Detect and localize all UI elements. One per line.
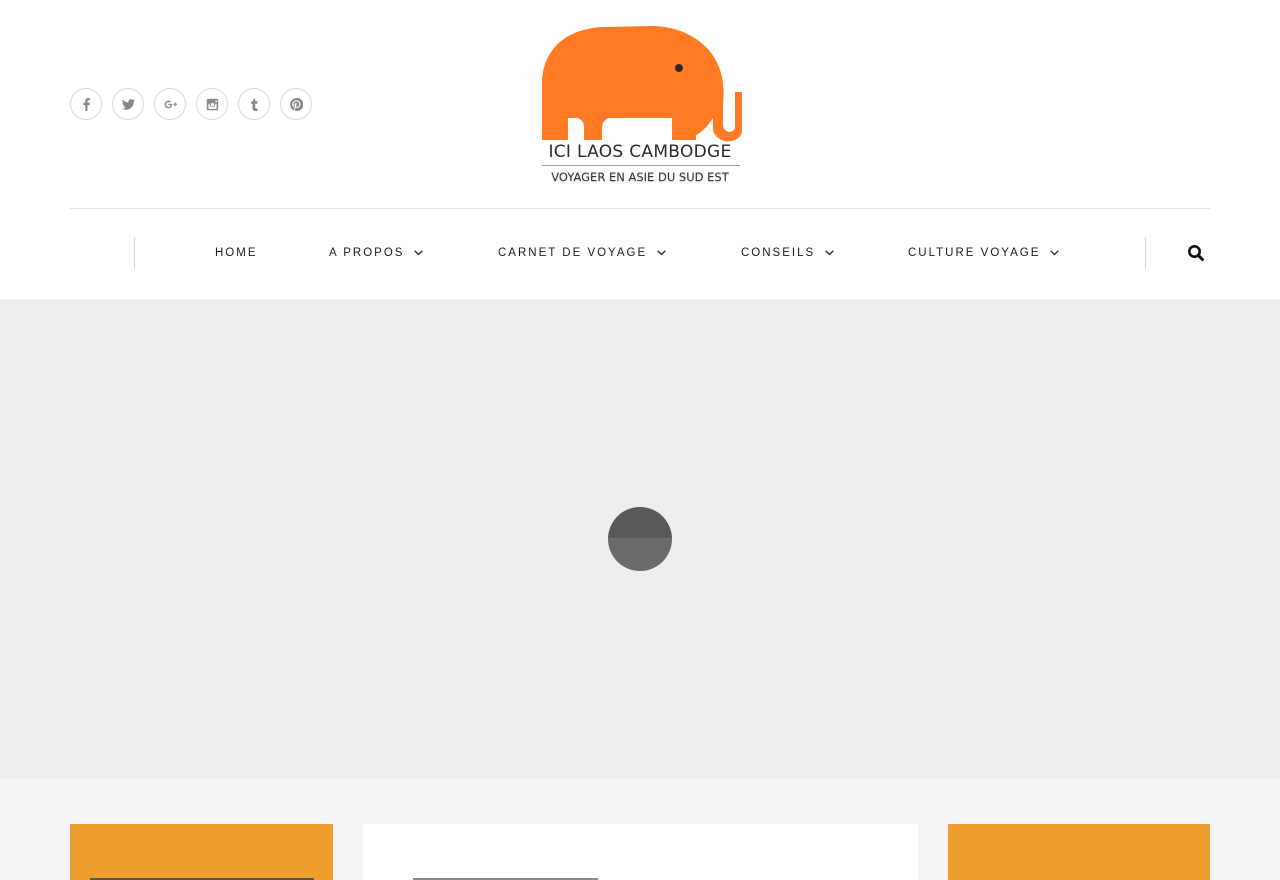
nav-item-label: CONSEILS xyxy=(741,247,816,259)
search-icon xyxy=(1188,245,1204,261)
loading-spinner-icon xyxy=(608,507,672,571)
search-button[interactable] xyxy=(1186,243,1206,263)
nav-item-culture-voyage[interactable]: CULTURE VOYAGE xyxy=(908,247,1060,259)
elephant-icon xyxy=(542,26,742,142)
google-plus-icon[interactable] xyxy=(154,88,186,120)
logo-subtitle: VOYAGER EN ASIE DU SUD EST xyxy=(551,170,729,184)
instagram-icon[interactable] xyxy=(196,88,228,120)
chevron-down-icon xyxy=(1050,250,1060,256)
social-links xyxy=(70,88,312,120)
twitter-icon[interactable] xyxy=(112,88,144,120)
chevron-down-icon xyxy=(414,250,424,256)
featured-card-left[interactable] xyxy=(70,824,333,880)
nav-item-conseils[interactable]: CONSEILS xyxy=(741,247,834,259)
logo-divider xyxy=(542,165,740,166)
main-nav: HOME A PROPOS CARNET DE VOYAGE CONSEILS … xyxy=(0,209,1280,299)
logo-title: ICI LAOS CAMBODGE xyxy=(548,142,732,162)
nav-item-carnet-de-voyage[interactable]: CARNET DE VOYAGE xyxy=(498,247,666,259)
nav-item-a-propos[interactable]: A PROPOS xyxy=(329,247,424,259)
nav-separator-right xyxy=(1145,237,1146,269)
nav-item-label: HOME xyxy=(215,247,258,259)
nav-item-label: CULTURE VOYAGE xyxy=(908,247,1041,259)
site-logo[interactable]: ICI LAOS CAMBODGE VOYAGER EN ASIE DU SUD… xyxy=(534,22,746,190)
hero-slider xyxy=(0,299,1280,779)
chevron-down-icon xyxy=(657,250,666,256)
tumblr-icon[interactable] xyxy=(238,88,270,120)
nav-item-label: A PROPOS xyxy=(329,247,405,259)
featured-card-center[interactable] xyxy=(363,824,918,880)
content-area xyxy=(0,779,1280,880)
pinterest-icon[interactable] xyxy=(280,88,312,120)
facebook-icon[interactable] xyxy=(70,88,102,120)
nav-item-label: CARNET DE VOYAGE xyxy=(498,247,648,259)
nav-separator-left xyxy=(134,237,135,269)
site-header: ICI LAOS CAMBODGE VOYAGER EN ASIE DU SUD… xyxy=(0,0,1280,209)
chevron-down-icon xyxy=(825,250,834,256)
nav-item-home[interactable]: HOME xyxy=(215,247,258,259)
featured-card-right[interactable] xyxy=(948,824,1210,880)
